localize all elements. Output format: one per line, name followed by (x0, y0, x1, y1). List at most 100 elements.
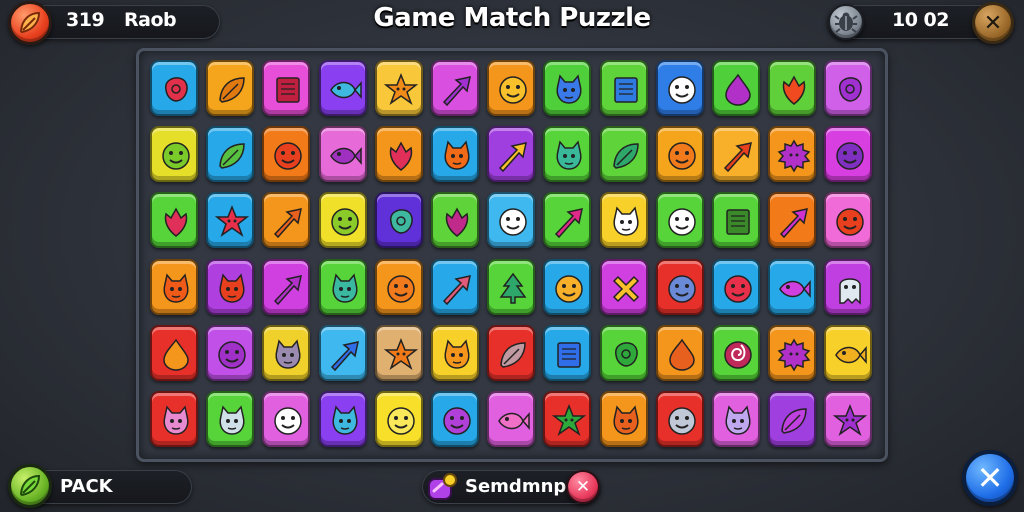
game-tile[interactable] (768, 324, 817, 381)
fish-icon (498, 411, 530, 431)
game-tile[interactable] (374, 324, 423, 381)
close-button[interactable]: ✕ (972, 2, 1014, 44)
monster-icon (163, 272, 189, 303)
game-tile[interactable] (206, 324, 255, 381)
game-tile[interactable] (768, 192, 817, 249)
game-tile[interactable] (206, 60, 255, 116)
arrow-icon (723, 142, 752, 173)
game-tile[interactable] (206, 258, 255, 315)
exit-button[interactable]: ✕ (962, 450, 1018, 506)
game-tile[interactable] (318, 391, 367, 447)
game-tile[interactable] (543, 258, 592, 315)
star-icon (552, 403, 587, 436)
face-icon (836, 142, 865, 170)
game-tile[interactable] (655, 192, 704, 249)
game-tile[interactable] (655, 126, 704, 183)
game-tile[interactable] (824, 192, 873, 249)
game-tile[interactable] (655, 258, 704, 315)
game-tile[interactable] (655, 324, 704, 381)
game-tile[interactable] (374, 60, 423, 116)
game-tile[interactable] (262, 324, 311, 381)
game-tile[interactable] (374, 126, 423, 183)
monster-icon (444, 140, 470, 170)
game-tile[interactable] (150, 126, 198, 183)
face-icon (274, 142, 303, 170)
game-tile[interactable] (262, 192, 311, 249)
game-tile[interactable] (262, 258, 311, 315)
game-tile[interactable] (374, 258, 423, 315)
star-icon (383, 72, 418, 105)
game-tile[interactable] (318, 258, 367, 315)
game-tile[interactable] (318, 126, 367, 183)
game-tile[interactable] (150, 60, 198, 116)
game-tile[interactable] (712, 126, 760, 183)
game-tile[interactable] (150, 192, 198, 249)
game-tile[interactable] (712, 258, 760, 315)
game-tile[interactable] (768, 60, 817, 116)
game-tile[interactable] (712, 324, 760, 381)
game-tile[interactable] (431, 126, 479, 183)
blob-icon (165, 77, 188, 102)
game-tile[interactable] (712, 60, 760, 116)
game-tile[interactable] (655, 60, 704, 116)
game-tile[interactable] (824, 60, 873, 116)
game-tile[interactable] (150, 258, 198, 315)
game-tile[interactable] (487, 60, 536, 116)
game-tile[interactable] (431, 192, 479, 249)
game-tile[interactable] (487, 324, 536, 381)
blob-icon (389, 209, 413, 234)
game-tile[interactable] (318, 192, 367, 249)
game-tile[interactable] (487, 126, 536, 183)
game-tile[interactable] (824, 126, 873, 183)
game-tile[interactable] (599, 391, 648, 447)
pack-button[interactable] (8, 464, 52, 508)
game-tile[interactable] (487, 258, 536, 315)
game-tile[interactable] (318, 60, 367, 116)
game-tile[interactable] (206, 126, 255, 183)
game-tile[interactable] (431, 258, 479, 315)
face-icon (162, 142, 190, 170)
game-tile[interactable] (318, 324, 367, 381)
game-tile[interactable] (487, 192, 536, 249)
game-tile[interactable] (150, 324, 198, 381)
leaf-icon (612, 143, 639, 169)
powerup-close-button[interactable]: ✕ (566, 470, 600, 504)
game-tile[interactable] (543, 324, 592, 381)
game-tile[interactable] (824, 324, 873, 381)
game-tile[interactable] (599, 192, 648, 249)
game-tile[interactable] (262, 60, 311, 116)
game-tile[interactable] (768, 126, 817, 183)
game-tile[interactable] (543, 192, 592, 249)
game-tile[interactable] (599, 60, 648, 116)
game-tile[interactable] (824, 391, 873, 447)
game-tile[interactable] (599, 258, 648, 315)
game-tile[interactable] (262, 391, 311, 447)
game-tile[interactable] (374, 192, 423, 249)
game-tile[interactable] (543, 60, 592, 116)
game-tile[interactable] (599, 324, 648, 381)
leaf-icon (219, 77, 245, 103)
game-tile[interactable] (824, 258, 873, 315)
game-tile[interactable] (374, 391, 423, 447)
blob-icon (839, 77, 863, 102)
game-tile[interactable] (712, 391, 760, 447)
game-tile[interactable] (431, 324, 479, 381)
arrow-icon (442, 76, 471, 107)
face-icon (668, 208, 696, 237)
game-tile[interactable] (206, 192, 255, 249)
game-tile[interactable] (655, 391, 704, 447)
scroll-icon (613, 77, 638, 103)
game-tile[interactable] (150, 391, 198, 447)
game-tile[interactable] (768, 258, 817, 315)
game-tile[interactable] (599, 126, 648, 183)
game-tile[interactable] (431, 60, 479, 116)
game-tile[interactable] (487, 391, 536, 447)
game-tile[interactable] (431, 391, 479, 447)
bug-icon (828, 4, 864, 40)
game-tile[interactable] (262, 126, 311, 183)
game-tile[interactable] (543, 391, 592, 447)
game-tile[interactable] (768, 391, 817, 447)
game-tile[interactable] (712, 192, 760, 249)
game-tile[interactable] (543, 126, 592, 183)
game-tile[interactable] (206, 391, 255, 447)
